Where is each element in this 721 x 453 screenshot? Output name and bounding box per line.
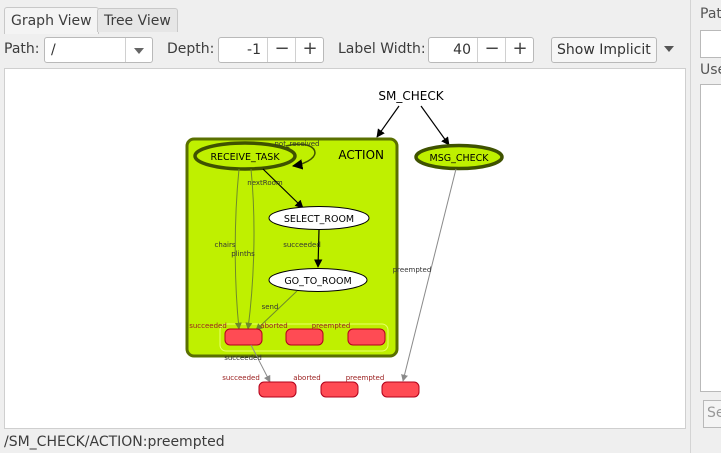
- outcome-inner-preempted[interactable]: [347, 328, 386, 346]
- edge-plinths-label: plinths: [231, 250, 255, 258]
- label-width-decrement-button[interactable]: −: [477, 38, 506, 62]
- edge-action-succeeded-label: succeeded: [224, 354, 262, 362]
- path-value: /: [51, 42, 56, 58]
- outcome-outer-aborted[interactable]: [320, 381, 359, 398]
- path-label: Path:: [4, 41, 40, 57]
- edge-root-action: [376, 105, 400, 138]
- outcome-outer-aborted-label: aborted: [293, 374, 320, 382]
- outcome-inner-preempted-label: preempted: [312, 322, 351, 330]
- state-machine-graph: SM_CHECK ACTION RECEIVE_TASK not_receive…: [185, 89, 504, 398]
- right-panel-input[interactable]: [700, 30, 721, 58]
- depth-decrement-button[interactable]: −: [267, 38, 296, 62]
- depth-spinbox[interactable]: -1 − +: [218, 37, 324, 63]
- edge-root-msgcheck: [420, 105, 450, 146]
- show-implicit-button[interactable]: Show Implicit: [551, 37, 657, 63]
- label-width-label: Label Width:: [338, 41, 426, 57]
- edge-not-received-label: not_received: [275, 140, 320, 148]
- right-panel-label-user: Use: [700, 62, 721, 78]
- outcome-outer-preempted-label: preempted: [346, 374, 385, 382]
- toolbar: Path: / Depth: -1 − + Label Width: 40 − …: [0, 34, 690, 66]
- edge-select-succeeded-label: succeeded: [283, 241, 321, 249]
- label-width-value[interactable]: 40: [429, 42, 471, 58]
- edge-chairs-label: chairs: [214, 241, 235, 249]
- edge-msg-preempted: [401, 168, 457, 382]
- label-width-spinbox[interactable]: 40 − +: [428, 37, 534, 63]
- state-go-to-room-label: GO_TO_ROOM: [284, 276, 351, 287]
- outcome-outer-succeeded[interactable]: [258, 381, 297, 398]
- status-text: /SM_CHECK/ACTION:preempted: [4, 434, 225, 450]
- graph-canvas[interactable]: SM_CHECK ACTION RECEIVE_TASK not_receive…: [4, 68, 686, 429]
- action-container-label: ACTION: [338, 148, 384, 162]
- state-select-room-label: SELECT_ROOM: [284, 214, 354, 225]
- label-width-increment-button[interactable]: +: [505, 38, 534, 62]
- right-panel-label-path: Pat: [700, 6, 721, 22]
- depth-value[interactable]: -1: [219, 42, 261, 58]
- edge-msg-preempted-label: preempted: [393, 266, 432, 274]
- depth-increment-button[interactable]: +: [295, 38, 324, 62]
- right-panel-button[interactable]: Se: [703, 400, 721, 428]
- root-state-label[interactable]: SM_CHECK: [378, 89, 444, 103]
- right-panel-list[interactable]: [700, 84, 721, 392]
- outcome-outer-succeeded-label: succeeded: [222, 374, 260, 382]
- path-combobox[interactable]: /: [44, 37, 153, 63]
- outcome-inner-succeeded-label: succeeded: [189, 322, 227, 330]
- outcome-inner-aborted[interactable]: [285, 328, 324, 346]
- state-receive-task-label: RECEIVE_TASK: [210, 152, 280, 163]
- menu-dropdown-icon[interactable]: [664, 46, 674, 52]
- tab-bar: Graph View Tree View: [0, 0, 690, 34]
- outcome-outer-preempted[interactable]: [381, 381, 420, 398]
- depth-label: Depth:: [167, 41, 215, 57]
- outcome-inner-aborted-label: aborted: [260, 322, 287, 330]
- chevron-down-icon[interactable]: [125, 38, 152, 62]
- right-panel: Pat Use Se: [690, 0, 721, 453]
- tab-graph-view[interactable]: Graph View: [4, 7, 99, 34]
- tab-tree-view[interactable]: Tree View: [97, 8, 178, 32]
- edge-send-label: send: [262, 303, 279, 311]
- outcome-inner-succeeded[interactable]: [224, 328, 263, 346]
- state-msg-check-label: MSG_CHECK: [430, 153, 490, 164]
